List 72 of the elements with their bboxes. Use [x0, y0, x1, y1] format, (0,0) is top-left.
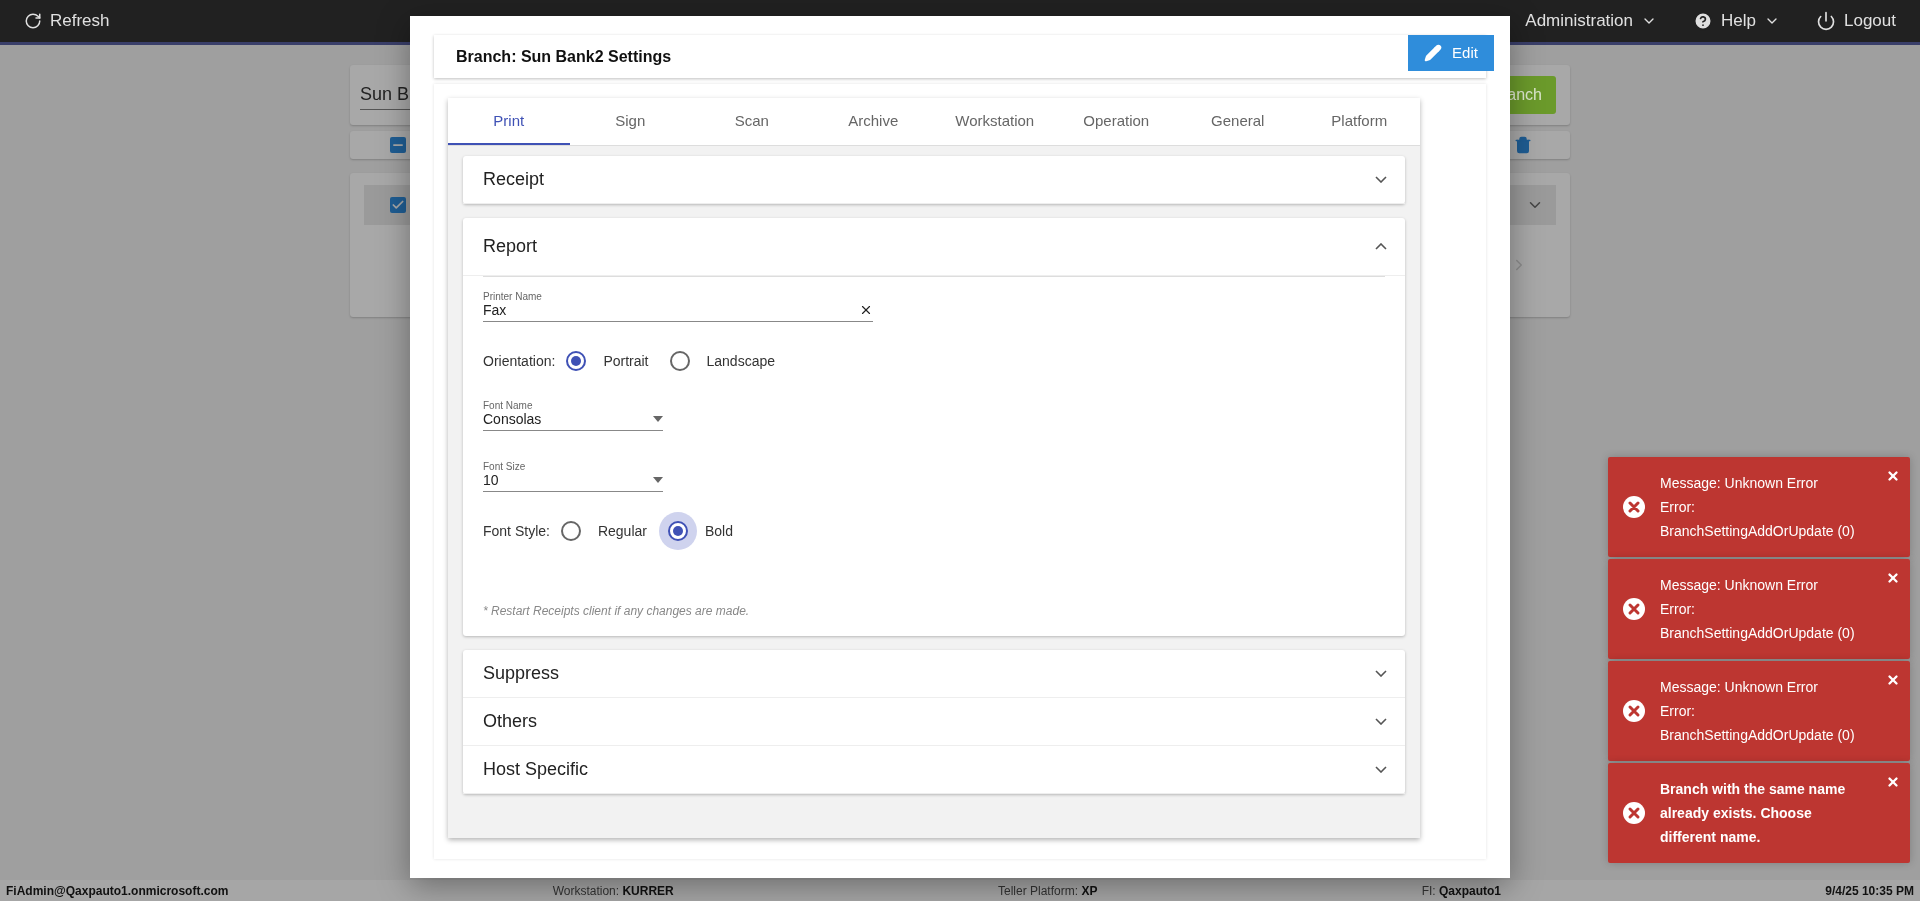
accordion-header[interactable]: Report	[463, 218, 1405, 276]
close-icon[interactable]	[1886, 571, 1900, 585]
edit-button[interactable]: Edit	[1408, 34, 1494, 71]
pencil-icon	[1424, 43, 1443, 62]
platform-info: Teller Platform: XP	[998, 883, 1098, 898]
toast-text: different name.	[1660, 828, 1762, 847]
toast-text: Message: Unknown Error	[1660, 678, 1819, 697]
accordion-header[interactable]: Host Specific	[463, 746, 1405, 794]
chevron-down-icon	[1375, 176, 1387, 183]
accordion-header[interactable]: Suppress	[463, 650, 1405, 698]
radio-button[interactable]	[669, 351, 690, 371]
select-all-checkbox[interactable]	[390, 137, 406, 153]
toast-text: Branch with the same name	[1660, 780, 1846, 799]
field-label: Printer Name	[483, 291, 543, 302]
user-name: FiAdmin@Qaxpauto1.onmicrosoft.com	[6, 883, 229, 898]
field-value: Fax	[483, 302, 507, 318]
radio-group-label: Orientation:	[483, 353, 556, 369]
check-icon	[391, 198, 405, 212]
close-icon[interactable]	[1886, 673, 1900, 687]
radio-group-label: Font Style:	[483, 523, 550, 539]
dropdown-field[interactable]: Font Size 10	[483, 461, 663, 492]
toast-text: already exists. Choose	[1660, 804, 1813, 823]
restart-note: * Restart Receipts client if any changes are made.	[483, 604, 751, 618]
chevron-down-icon	[1375, 718, 1387, 725]
chevron-down-icon	[1375, 670, 1387, 677]
toast-text: Error:	[1660, 702, 1696, 721]
chevron-up-icon	[1375, 243, 1387, 250]
close-icon[interactable]	[1886, 469, 1900, 483]
accordion-header[interactable]: Receipt	[463, 156, 1405, 204]
printer-name-field[interactable]: Printer Name Fax	[483, 291, 873, 322]
toast-text: BranchSettingAddOrUpdate (0)	[1660, 726, 1855, 745]
close-icon[interactable]	[1886, 775, 1900, 789]
radio-button[interactable]	[667, 521, 688, 541]
menu-dropdown[interactable]: Administration	[1525, 11, 1658, 31]
error-icon	[1622, 801, 1646, 825]
dropdown-field[interactable]: Font Name Consolas	[483, 400, 663, 431]
error-icon	[1622, 699, 1646, 723]
workstation-info: Workstation: KURRER	[552, 883, 674, 898]
radio-button[interactable]	[560, 521, 581, 541]
toast-text: Error:	[1660, 498, 1696, 517]
dialog-title: Branch: Sun Bank2 Settings	[456, 47, 672, 66]
power-icon	[1816, 11, 1836, 31]
error-icon	[1622, 495, 1646, 519]
radio-label: Portrait	[603, 353, 649, 369]
error-icon	[1622, 597, 1646, 621]
toast-text: BranchSettingAddOrUpdate (0)	[1660, 522, 1855, 541]
field-value: Consolas	[483, 411, 542, 427]
toast-text: BranchSettingAddOrUpdate (0)	[1660, 624, 1855, 643]
field-label: Font Size	[483, 461, 527, 472]
toast-text: Message: Unknown Error	[1660, 576, 1819, 595]
row-checkbox[interactable]	[390, 197, 406, 213]
radio-label: Bold	[704, 523, 733, 539]
date-time: 9/4/25 10:35 PM	[1825, 883, 1914, 898]
toast-text: Message: Unknown Error	[1660, 474, 1819, 493]
help-icon	[1693, 11, 1714, 31]
accordion-header[interactable]: Others	[463, 698, 1405, 746]
chevron-down-icon	[1375, 766, 1387, 773]
field-value: 10	[483, 472, 499, 488]
radio-label: Regular	[597, 523, 647, 539]
caret-icon	[653, 477, 663, 483]
logout-button[interactable]: Logout	[1816, 11, 1896, 31]
clear-icon[interactable]	[859, 303, 873, 317]
radio-label: Landscape	[706, 353, 775, 369]
refresh-button[interactable]: Refresh	[24, 11, 110, 31]
caret-icon	[653, 416, 663, 422]
refresh-icon	[24, 12, 42, 30]
trash-icon[interactable]	[1514, 136, 1532, 154]
fi-info: FI: Qaxpauto1	[1421, 883, 1501, 898]
toast-text: Error:	[1660, 600, 1696, 619]
menu-dropdown[interactable]: Help	[1693, 11, 1780, 31]
field-label: Font Name	[483, 400, 534, 411]
radio-button[interactable]	[566, 351, 587, 371]
